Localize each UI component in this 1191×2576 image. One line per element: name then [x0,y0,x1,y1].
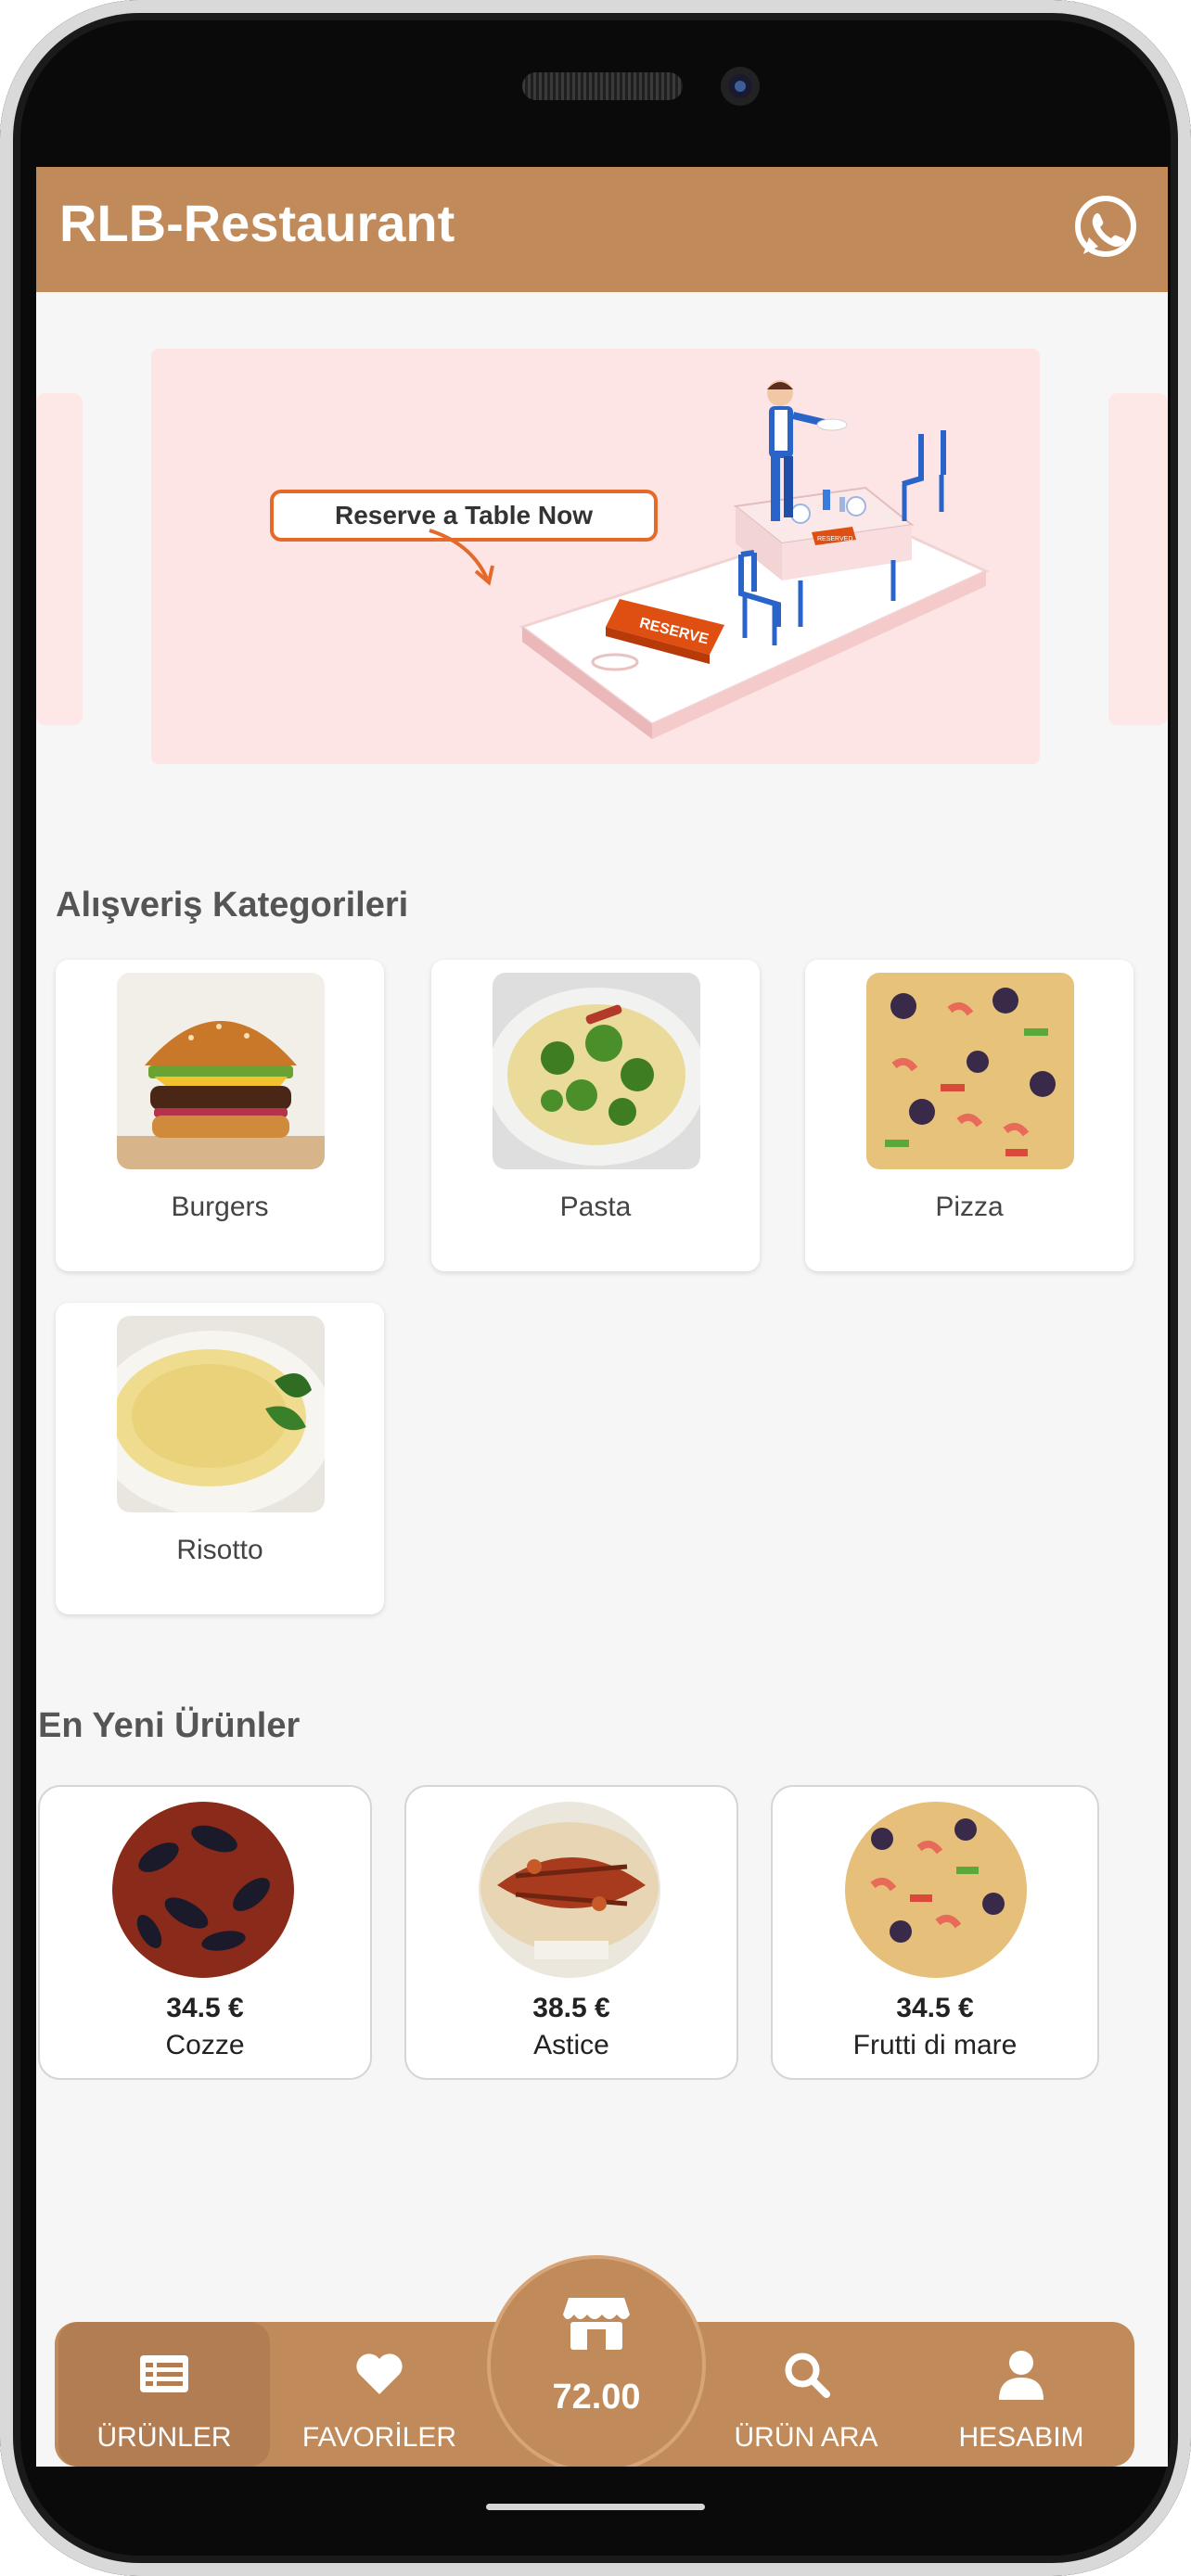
whatsapp-icon[interactable] [1067,189,1145,267]
category-card-risotto[interactable]: Risotto [56,1303,384,1614]
cart-total: 72.00 [552,2378,641,2417]
app-bar: RLB-Restaurant [36,167,1168,292]
product-card-cozze[interactable]: 34.5 € Cozze [38,1785,372,2080]
product-name: Frutti di mare [852,2030,1018,2060]
nav-label: FAVORİLER [301,2422,457,2453]
carousel-next-slide[interactable] [1108,393,1168,725]
product-card-astice[interactable]: 38.5 € Astice [404,1785,738,2080]
nav-label: ÜRÜNLER [96,2422,232,2453]
app-title: RLB-Restaurant [59,194,455,252]
reserved-sign-text: RESERVED [817,536,852,542]
store-icon [563,2298,630,2350]
nav-tab-search[interactable]: ÜRÜN ARA [700,2322,912,2467]
cozze-image [112,1802,294,1978]
front-camera [721,67,760,106]
burger-image [117,973,325,1169]
astice-image [479,1802,660,1978]
home-indicator [486,2504,705,2510]
reservation-illustration: RESERVE RESERVED [429,380,990,739]
product-price: 34.5 € [166,1993,244,2023]
category-label: Pasta [559,1192,632,1222]
category-card-pasta[interactable]: Pasta [431,960,760,1271]
product-price: 38.5 € [532,1993,610,2023]
categories-title: Alışveriş Kategorileri [56,886,409,925]
category-card-burgers[interactable]: Burgers [56,960,384,1271]
category-label: Risotto [176,1535,263,1565]
list-icon [140,2355,188,2392]
search-icon [785,2353,830,2398]
category-label: Pizza [935,1192,1004,1222]
category-card-pizza[interactable]: Pizza [805,960,1133,1271]
nav-label: HESABIM [958,2422,1084,2453]
app-screen: RLB-Restaurant Reserve a Table Now RESER… [36,167,1168,2467]
nav-tab-products[interactable]: ÜRÜNLER [58,2322,270,2467]
risotto-image [117,1316,325,1512]
frutti-di-mare-image [845,1802,1027,1978]
newest-products-title: En Yeni Ürünler [38,1706,301,1745]
product-card-frutti-di-mare[interactable]: 34.5 € Frutti di mare [771,1785,1099,2080]
heart-icon [356,2353,403,2394]
nav-label: ÜRÜN ARA [734,2422,878,2453]
user-icon [999,2351,1044,2400]
product-price: 34.5 € [896,1993,974,2023]
category-label: Burgers [171,1192,269,1222]
earpiece-speaker [522,72,683,100]
nav-tab-favorites[interactable]: FAVORİLER [274,2322,485,2467]
product-name: Cozze [165,2030,245,2060]
pasta-image [493,973,700,1169]
carousel-prev-slide[interactable] [36,393,83,725]
pizza-image [866,973,1074,1169]
phone-frame: RLB-Restaurant Reserve a Table Now RESER… [0,0,1191,2576]
reserve-banner[interactable]: Reserve a Table Now RESERVE RESERVED [151,349,1040,764]
cart-button[interactable]: 72.00 [491,2259,702,2467]
product-name: Astice [533,2030,609,2060]
nav-tab-account[interactable]: HESABIM [916,2322,1127,2467]
